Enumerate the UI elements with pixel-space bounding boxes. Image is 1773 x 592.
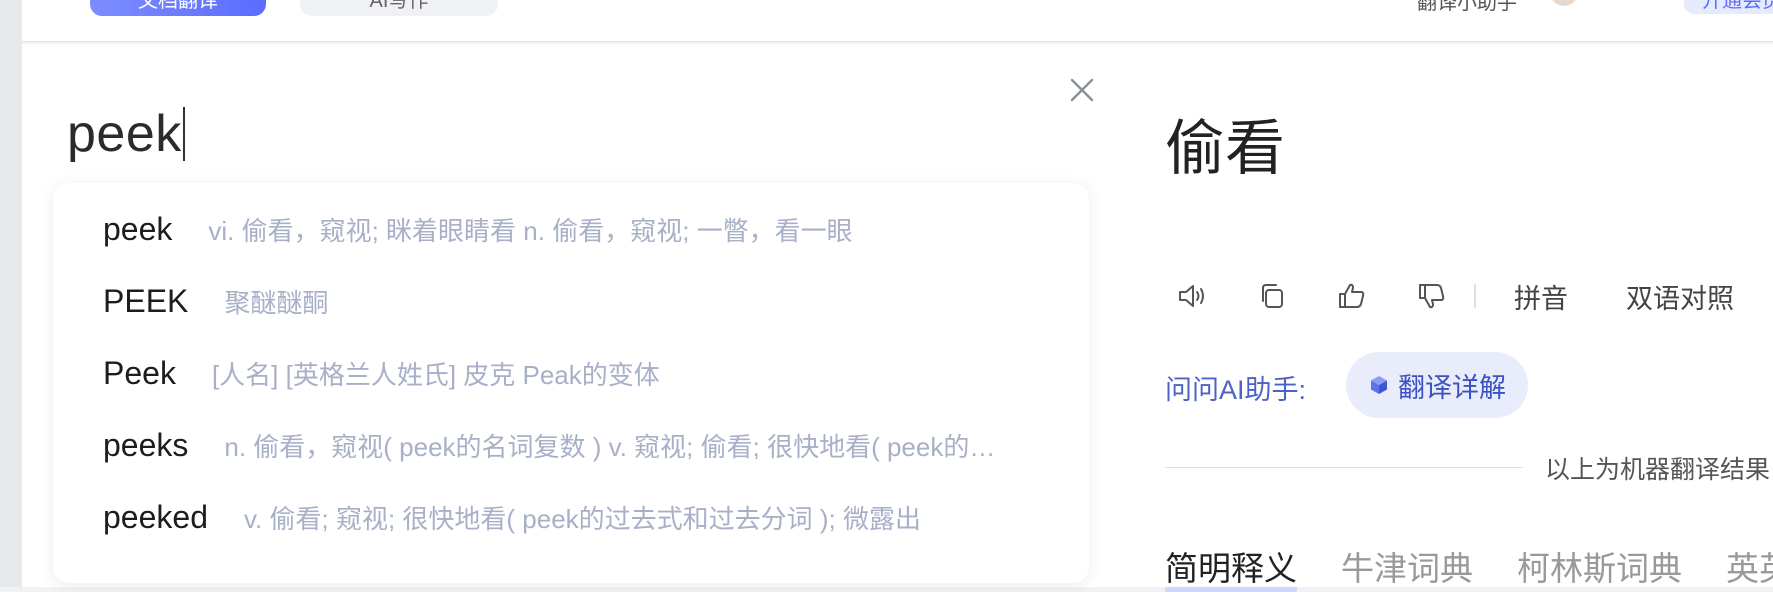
text-caret — [182, 107, 185, 161]
suggestion-word: peeked — [103, 498, 208, 535]
suggestion-definition: 聚醚醚酮 — [224, 287, 329, 318]
suggestion-definition: [人名] [英格兰人姓氏] 皮克 Peak的变体 — [211, 359, 660, 390]
document-translate-button[interactable]: 文档翻译 — [90, 0, 266, 16]
clear-input-button[interactable] — [1062, 70, 1102, 110]
dictionary-tabs: 简明释义 牛津词典 柯林斯词典 英英词典 — [1165, 542, 1773, 592]
window-edge — [0, 0, 22, 587]
translation-detail-label: 翻译详解 — [1398, 372, 1506, 403]
suggestion-item[interactable]: Peek [人名] [英格兰人姓氏] 皮克 Peak的变体 — [103, 353, 660, 393]
translation-detail-button[interactable]: 翻译详解 — [1346, 352, 1528, 418]
translation-result: 偷看 — [1165, 115, 1285, 182]
suggestion-word: peek — [103, 210, 173, 247]
suggestion-item[interactable]: peeked v. 偷看; 窥视; 很快地看( peek的过去式和过去分词 );… — [103, 497, 921, 537]
toolbar-divider — [1474, 284, 1476, 308]
like-button[interactable] — [1332, 276, 1372, 316]
copy-button[interactable] — [1252, 276, 1292, 316]
thumbs-up-icon — [1339, 283, 1365, 308]
machine-translation-note: 以上为机器翻译结果 — [1545, 456, 1771, 484]
suggestion-word: Peek — [103, 354, 176, 391]
top-bar: 文档翻译 AI写作 翻译小助手 开通会员 — [22, 0, 1773, 42]
suggestion-definition: vi. 偷看，窥视; 眯着眼睛看 n. 偷看，窥视; 一瞥，看一眼 — [208, 215, 853, 246]
dislike-button[interactable] — [1412, 276, 1452, 316]
result-toolbar: 拼音 双语对照 — [1172, 276, 1773, 316]
cube-icon — [1371, 376, 1387, 394]
thumbs-down-icon — [1419, 284, 1445, 309]
suggestion-definition: v. 偷看; 窥视; 很快地看( peek的过去式和过去分词 ); 微露出 — [243, 503, 921, 534]
speaker-icon — [1179, 285, 1204, 307]
user-name[interactable]: 翻译小助手 — [1417, 0, 1517, 15]
copy-icon — [1262, 284, 1283, 308]
pinyin-button[interactable]: 拼音 — [1514, 277, 1568, 316]
bilingual-button[interactable]: 双语对照 — [1626, 277, 1734, 316]
ai-assistant-label: 问问AI助手: — [1165, 375, 1307, 405]
tab-concise[interactable]: 简明释义 — [1165, 542, 1297, 592]
suggestion-item[interactable]: peek vi. 偷看，窥视; 眯着眼睛看 n. 偷看，窥视; 一瞥，看一眼 — [103, 209, 853, 249]
ai-writing-button[interactable]: AI写作 — [300, 0, 498, 16]
search-input-text: peek — [67, 105, 182, 163]
suggestion-item[interactable]: peeks n. 偷看，窥视( peek的名词复数 ) v. 窥视; 偷看; 很… — [103, 425, 995, 465]
suggestion-dropdown: peek vi. 偷看，窥视; 眯着眼睛看 n. 偷看，窥视; 一瞥，看一眼 P… — [53, 183, 1089, 583]
speak-button[interactable] — [1172, 276, 1212, 316]
membership-button[interactable]: 开通会员 — [1684, 0, 1773, 14]
suggestion-word: PEEK — [103, 282, 189, 319]
close-icon — [1070, 78, 1094, 102]
suggestion-definition: n. 偷看，窥视( peek的名词复数 ) v. 窥视; 偷看; 很快地看( p… — [224, 431, 996, 462]
tab-oxford[interactable]: 牛津词典 — [1341, 542, 1473, 590]
avatar[interactable] — [1550, 0, 1578, 6]
tab-english[interactable]: 英英词典 — [1726, 542, 1773, 590]
suggestion-item[interactable]: PEEK 聚醚醚酮 — [103, 281, 328, 321]
suggestion-word: peeks — [103, 426, 189, 463]
search-input[interactable]: peek — [67, 104, 185, 164]
divider — [1165, 467, 1523, 468]
tab-collins[interactable]: 柯林斯词典 — [1517, 542, 1682, 590]
